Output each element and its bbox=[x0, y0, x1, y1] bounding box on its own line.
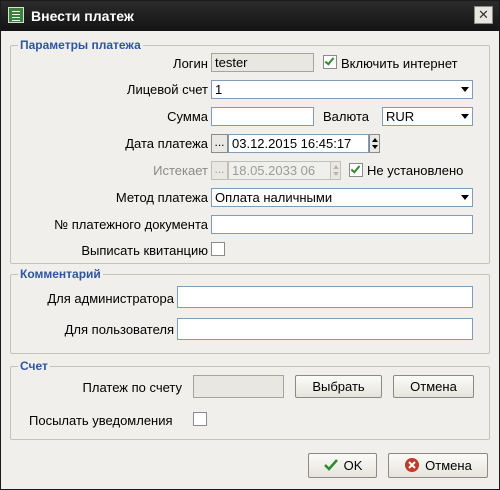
close-icon: ✕ bbox=[478, 7, 489, 22]
ok-button[interactable]: OK bbox=[308, 453, 377, 478]
payment-params-group: Параметры платежа Логин tester Включить … bbox=[10, 38, 490, 264]
doc-number-input[interactable] bbox=[211, 215, 473, 234]
app-list-icon bbox=[8, 7, 24, 23]
login-field: tester bbox=[211, 53, 314, 72]
admin-comment-label: Для администратора bbox=[47, 291, 174, 306]
currency-value: RUR bbox=[386, 109, 415, 124]
method-value: Оплата наличными bbox=[215, 190, 333, 205]
user-comment-input[interactable] bbox=[177, 318, 473, 340]
choose-invoice-button[interactable]: Выбрать bbox=[295, 375, 382, 398]
account-value: 1 bbox=[215, 82, 223, 97]
enable-internet-label: Включить интернет bbox=[341, 56, 458, 71]
arrow-down-icon bbox=[372, 145, 378, 149]
expires-spinner[interactable] bbox=[330, 161, 341, 180]
date-input[interactable]: 03.12.2015 16:45:17 bbox=[228, 134, 369, 153]
expires-label: Истекает bbox=[153, 163, 208, 178]
comment-group: Комментарий Для администратора Для польз… bbox=[10, 267, 490, 354]
not-set-label: Не установлено bbox=[367, 163, 464, 178]
check-mark-icon bbox=[324, 55, 335, 66]
method-select[interactable]: Оплата наличными bbox=[211, 188, 473, 207]
sum-label: Сумма bbox=[167, 109, 208, 124]
receipt-label: Выписать квитанцию bbox=[81, 243, 208, 258]
chevron-down-icon bbox=[461, 195, 469, 200]
enable-internet-checkbox[interactable] bbox=[323, 55, 337, 69]
cancel-label: Отмена bbox=[425, 458, 472, 473]
invoice-legend: Счет bbox=[18, 359, 50, 373]
notify-checkbox[interactable] bbox=[193, 412, 207, 426]
cancel-button[interactable]: Отмена bbox=[388, 453, 488, 478]
user-comment-label: Для пользователя bbox=[64, 322, 174, 337]
arrow-up-icon bbox=[372, 138, 378, 142]
invoice-group: Счет Платеж по счету Выбрать Отмена Посы… bbox=[10, 359, 490, 440]
not-set-checkbox[interactable] bbox=[349, 163, 363, 177]
close-button[interactable]: ✕ bbox=[474, 6, 493, 24]
login-label: Логин bbox=[173, 56, 208, 71]
currency-label: Валюта bbox=[323, 109, 369, 124]
account-select[interactable]: 1 bbox=[211, 80, 473, 99]
account-label: Лицевой счет bbox=[126, 82, 208, 97]
date-spinner[interactable] bbox=[369, 134, 380, 153]
date-label: Дата платежа bbox=[125, 136, 208, 151]
payment-dialog: Внести платеж ✕ Параметры платежа Логин … bbox=[0, 0, 500, 490]
window-title: Внести платеж bbox=[31, 8, 134, 24]
arrow-up-icon bbox=[333, 165, 339, 169]
check-icon bbox=[323, 457, 339, 473]
chevron-down-icon bbox=[461, 114, 469, 119]
expires-input[interactable]: 18.05.2033 06 bbox=[228, 161, 331, 180]
notify-label: Посылать уведомления bbox=[29, 413, 173, 428]
method-label: Метод платежа bbox=[115, 190, 208, 205]
cancel-circle-icon bbox=[404, 457, 420, 473]
payment-by-invoice-field bbox=[193, 375, 284, 398]
payment-params-legend: Параметры платежа bbox=[18, 38, 143, 52]
title-bar: Внести платеж ✕ bbox=[1, 1, 499, 31]
receipt-checkbox[interactable] bbox=[211, 242, 225, 256]
chevron-down-icon bbox=[461, 87, 469, 92]
cancel-invoice-button[interactable]: Отмена bbox=[393, 375, 474, 398]
admin-comment-input[interactable] bbox=[177, 286, 473, 308]
ok-label: OK bbox=[343, 458, 363, 473]
payment-by-invoice-label: Платеж по счету bbox=[82, 380, 182, 395]
date-picker-button[interactable]: ... bbox=[211, 134, 228, 153]
doc-number-label: № платежного документа bbox=[54, 217, 208, 232]
check-mark-icon bbox=[350, 163, 361, 174]
currency-select[interactable]: RUR bbox=[382, 107, 473, 126]
sum-input[interactable] bbox=[211, 107, 314, 126]
expires-picker-button[interactable]: ... bbox=[211, 161, 228, 180]
arrow-down-icon bbox=[333, 172, 339, 176]
comment-legend: Комментарий bbox=[18, 267, 103, 281]
